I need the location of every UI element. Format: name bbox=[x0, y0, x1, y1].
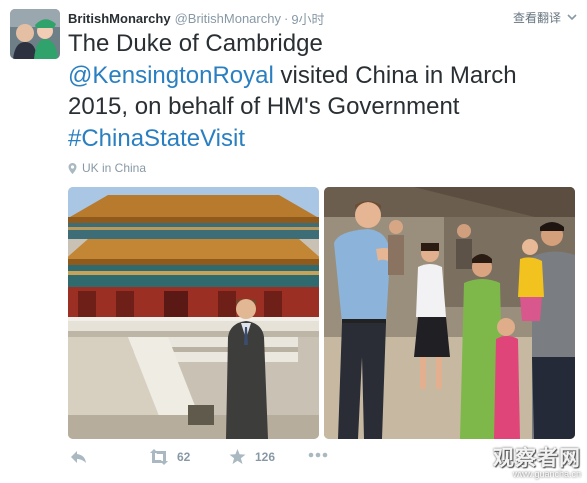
tweet-header: BritishMonarchy @BritishMonarchy · 9小时 bbox=[68, 9, 325, 27]
star-icon bbox=[229, 449, 246, 464]
avatar[interactable] bbox=[10, 9, 60, 59]
retweet-count: 62 bbox=[177, 450, 191, 464]
tweet-text-part1: The Duke of Cambridge bbox=[68, 30, 323, 57]
author-handle[interactable]: @BritishMonarchy bbox=[175, 11, 281, 26]
translate-link[interactable]: 查看翻译 bbox=[513, 9, 561, 26]
mention-link[interactable]: @KensingtonRoyal bbox=[68, 62, 274, 89]
tweet-text: The Duke of Cambridge @KensingtonRoyal v… bbox=[68, 28, 573, 154]
photo-forbidden-city[interactable] bbox=[68, 187, 319, 439]
favorite-button[interactable]: 126 bbox=[229, 449, 275, 465]
favorite-count: 126 bbox=[255, 450, 276, 464]
tweet-place[interactable]: UK in China bbox=[68, 160, 146, 176]
reply-button[interactable] bbox=[70, 449, 88, 465]
watermark-logo: 观察者网 bbox=[493, 445, 581, 470]
photo-village-crowd[interactable] bbox=[324, 187, 575, 439]
separator: · bbox=[283, 10, 289, 26]
caret-down-icon[interactable] bbox=[566, 10, 578, 22]
place-label: UK in China bbox=[82, 161, 147, 175]
author-fullname[interactable]: BritishMonarchy bbox=[68, 11, 171, 26]
watermark-url: www.guancha.cn bbox=[512, 469, 581, 479]
more-button[interactable] bbox=[308, 452, 328, 458]
reply-icon bbox=[71, 451, 86, 463]
retweet-button[interactable]: 62 bbox=[148, 449, 190, 465]
watermark: 观察者网 www.guancha.cn bbox=[493, 445, 581, 480]
hashtag-link[interactable]: #ChinaStateVisit bbox=[68, 125, 245, 152]
tweet-timestamp[interactable]: 9小时 bbox=[291, 9, 324, 28]
tweet: BritishMonarchy @BritishMonarchy · 9小时 查… bbox=[0, 0, 587, 483]
more-icon bbox=[308, 452, 328, 458]
location-pin-icon bbox=[68, 162, 77, 174]
retweet-icon bbox=[150, 449, 168, 465]
